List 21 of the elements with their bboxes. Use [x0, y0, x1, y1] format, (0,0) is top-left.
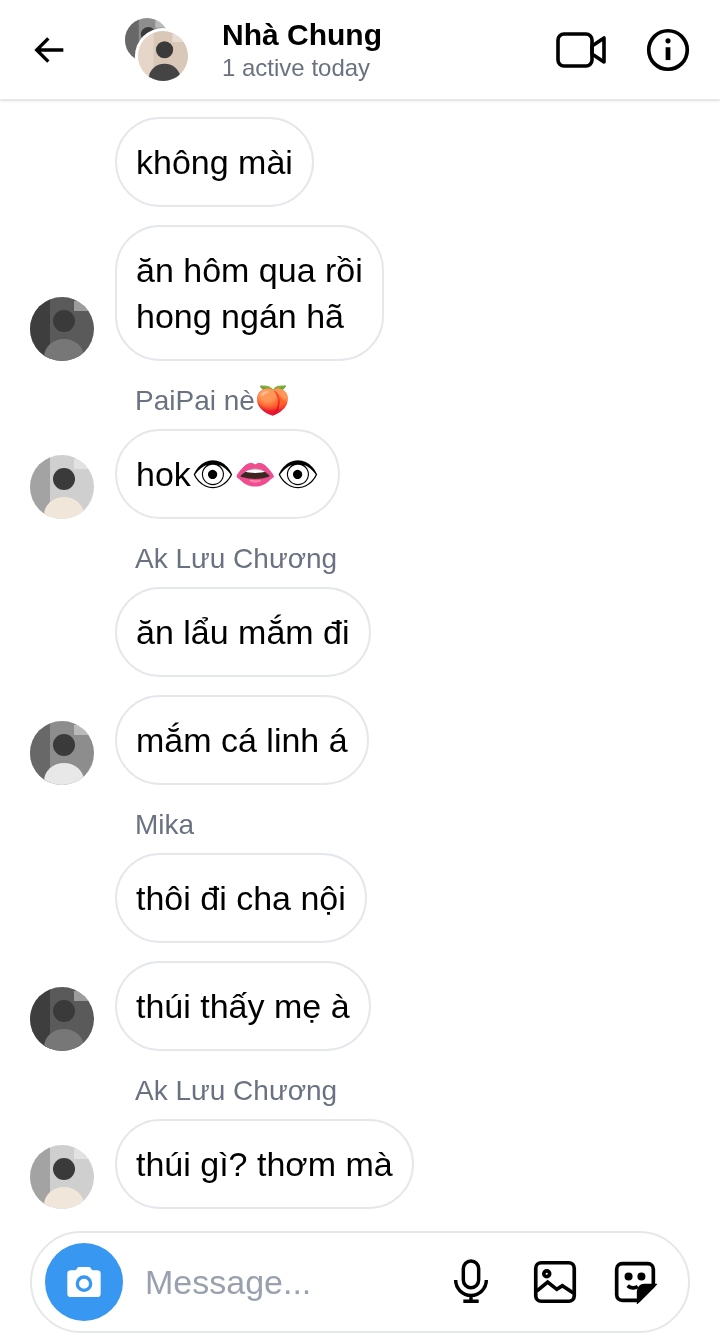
message-bubble: ăn hôm qua rồi hong ngán hã — [115, 225, 384, 361]
chat-title: Nhà Chung — [222, 16, 382, 53]
message-bubble: thôi đi cha nội — [115, 853, 367, 943]
sender-name: PaiPai nè🍑 — [135, 384, 291, 418]
message-bubble: hok👁👄👁 — [115, 429, 340, 519]
image-icon[interactable] — [533, 1260, 577, 1304]
message-input[interactable]: Message... — [145, 1256, 451, 1308]
message-bubble: mắm cá linh á — [115, 695, 369, 785]
message-bubble: thúi gì? thơm mà — [115, 1119, 414, 1209]
active-status: 1 active today — [222, 52, 372, 83]
video-call-icon[interactable] — [556, 29, 608, 70]
message-bubble: thúi thấy mẹ à — [115, 961, 371, 1051]
message-bubble: không mài — [115, 117, 314, 207]
sender-name: Ak Lưu Chương — [135, 542, 339, 576]
camera-button[interactable] — [45, 1243, 123, 1321]
info-icon[interactable] — [646, 27, 690, 72]
sender-name: Ak Lưu Chương — [135, 1074, 339, 1108]
sticker-icon[interactable] — [613, 1260, 657, 1304]
message-bubble: ăn lẩu mắm đi — [115, 587, 371, 677]
microphone-icon[interactable] — [451, 1259, 491, 1305]
sender-name: Mika — [135, 808, 196, 842]
